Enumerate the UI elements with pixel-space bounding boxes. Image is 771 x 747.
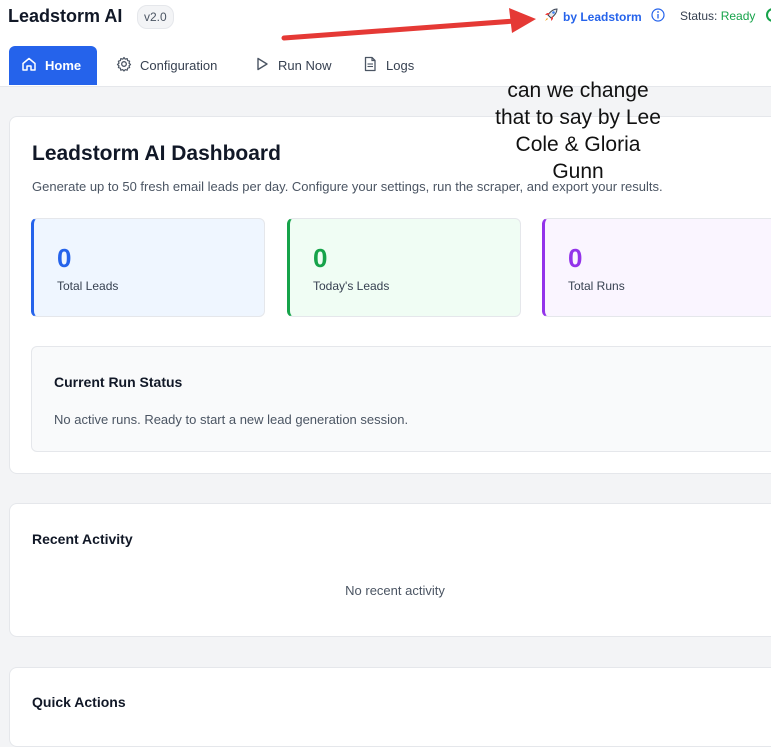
- quick-actions-card: Quick Actions: [9, 667, 771, 747]
- stat-value: 0: [57, 243, 72, 273]
- tab-label: Logs: [386, 58, 415, 73]
- annotation-line: Gunn: [552, 160, 604, 183]
- tab-label: Run Now: [278, 58, 332, 73]
- status-dot: [766, 8, 771, 22]
- recent-activity-card: Recent Activity No recent activity: [9, 503, 771, 637]
- play-icon: [254, 56, 270, 75]
- home-icon: [21, 56, 37, 75]
- byline-link[interactable]: by Leadstorm: [543, 7, 642, 26]
- tab-home[interactable]: Home: [9, 46, 97, 85]
- tab-configuration[interactable]: Configuration: [104, 46, 229, 85]
- gear-icon: [116, 56, 132, 75]
- stat-value: 0: [568, 243, 583, 273]
- quick-actions-title: Quick Actions: [32, 694, 126, 710]
- stat-card-total-runs: 0 Total Runs: [542, 218, 771, 317]
- rocket-icon: [543, 7, 559, 26]
- page-title: Leadstorm AI Dashboard: [32, 142, 281, 165]
- stat-label: Total Leads: [57, 279, 119, 293]
- annotation-line: that to say by Lee: [495, 106, 661, 129]
- tab-run-now[interactable]: Run Now: [242, 46, 343, 85]
- stat-card-total-leads: 0 Total Leads: [31, 218, 265, 317]
- tab-label: Configuration: [140, 58, 218, 73]
- run-status-text: No active runs. Ready to start a new lea…: [54, 412, 409, 427]
- byline-text: by Leadstorm: [563, 9, 642, 24]
- status-label: Status:: [680, 9, 718, 23]
- top-bar: Leadstorm AI v2.0 by Leadstorm Status: R…: [0, 0, 771, 46]
- annotation-line: can we change: [507, 79, 649, 102]
- stat-label: Total Runs: [568, 279, 625, 293]
- info-icon[interactable]: [651, 8, 665, 27]
- annotation-note: can we change that to say by Lee Cole & …: [475, 77, 681, 185]
- document-icon: [362, 56, 378, 75]
- tab-label: Home: [45, 58, 82, 73]
- stat-value: 0: [313, 243, 328, 273]
- stat-label: Today's Leads: [313, 279, 390, 293]
- annotation-line: Cole & Gloria: [515, 133, 641, 156]
- recent-activity-empty: No recent activity: [345, 583, 445, 598]
- run-status-title: Current Run Status: [54, 374, 183, 390]
- status-indicator: Status: Ready: [680, 9, 755, 23]
- app-title: Leadstorm AI: [8, 6, 123, 26]
- status-value: Ready: [720, 9, 756, 23]
- tab-logs[interactable]: Logs: [350, 46, 426, 85]
- recent-activity-title: Recent Activity: [32, 531, 133, 547]
- version-badge: v2.0: [137, 5, 174, 29]
- run-status-panel: Current Run Status No active runs. Ready…: [31, 346, 771, 452]
- stat-card-todays-leads: 0 Today's Leads: [287, 218, 521, 317]
